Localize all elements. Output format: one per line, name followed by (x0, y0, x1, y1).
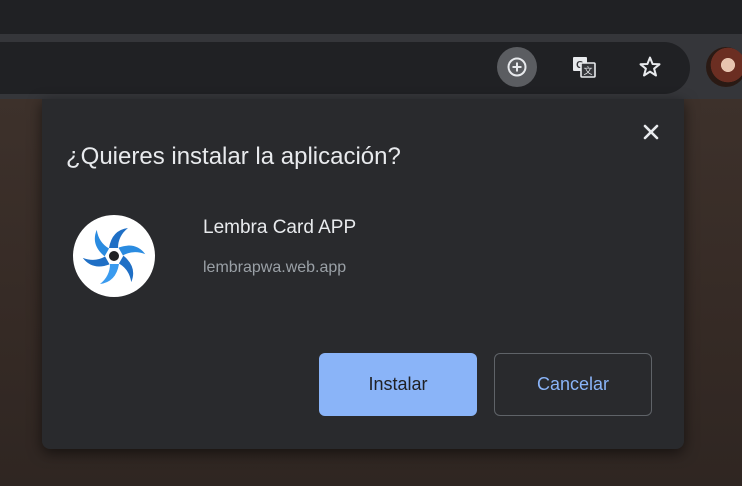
app-name: Lembra Card APP (203, 217, 357, 238)
avatar[interactable] (706, 47, 742, 87)
star-icon (639, 56, 661, 77)
install-dialog: ¿Quieres instalar la aplicación? Lembra … (42, 99, 684, 449)
browser-toolbar: G 文 (0, 34, 742, 99)
close-icon (643, 124, 659, 140)
dialog-title: ¿Quieres instalar la aplicación? (66, 143, 401, 170)
browser-window: G 文 ¿Quieres instalar la aplicación? Lem… (0, 0, 742, 486)
cancel-button[interactable]: Cancelar (494, 353, 652, 416)
title-bar (0, 0, 742, 34)
svg-text:文: 文 (583, 65, 592, 76)
translate-button[interactable]: G 文 (564, 47, 604, 87)
app-logo-icon (82, 228, 146, 284)
translate-icon: G 文 (573, 57, 596, 78)
app-url: lembrapwa.web.app (203, 259, 347, 276)
install-button[interactable]: Instalar (319, 353, 477, 416)
app-logo (73, 215, 155, 297)
close-button[interactable] (636, 117, 666, 147)
install-app-icon (507, 57, 527, 77)
bookmark-button[interactable] (630, 47, 670, 87)
install-app-button[interactable] (497, 47, 537, 87)
